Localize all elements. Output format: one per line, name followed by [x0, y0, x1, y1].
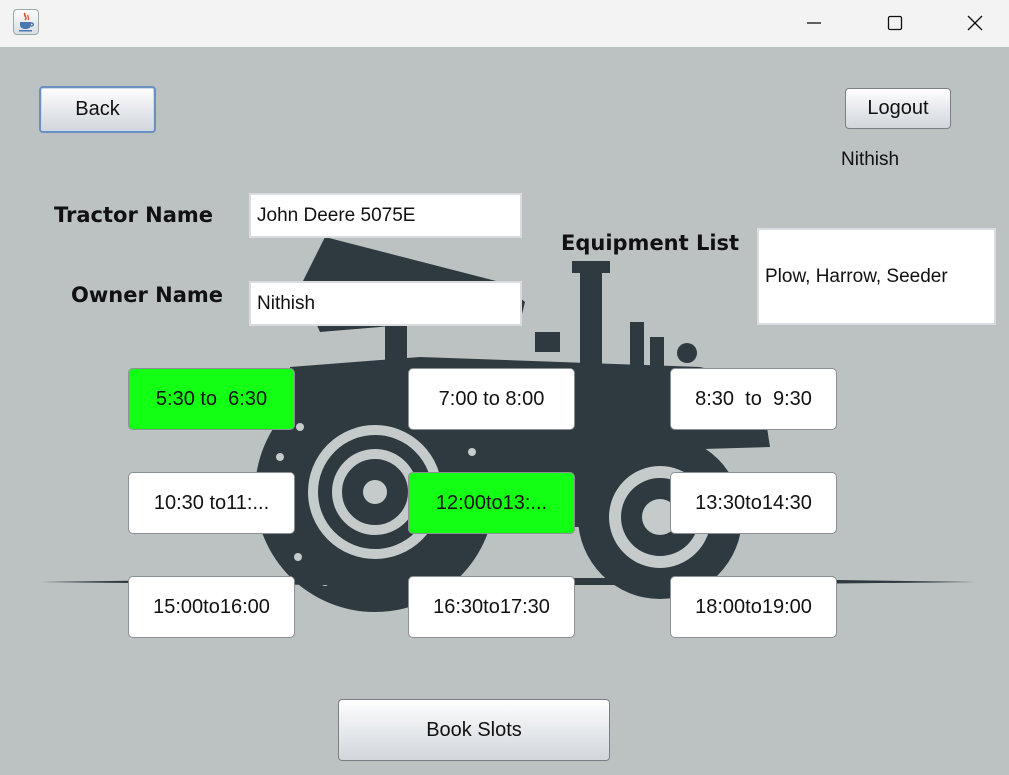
back-button[interactable]: Back	[39, 86, 156, 133]
minimize-icon	[807, 22, 821, 24]
book-slots-button[interactable]: Book Slots	[338, 699, 610, 761]
time-slot-button[interactable]: 12:00to13:...	[408, 472, 575, 534]
java-coffee-cup-icon[interactable]	[13, 9, 39, 35]
time-slot-button[interactable]: 16:30to17:30	[408, 576, 575, 638]
close-button[interactable]	[952, 6, 998, 40]
tractor-name-field[interactable]: John Deere 5075E	[249, 193, 522, 238]
title-bar	[0, 0, 1009, 47]
logout-button[interactable]: Logout	[845, 88, 951, 129]
maximize-button[interactable]	[872, 6, 918, 40]
equipment-list-field[interactable]: Plow, Harrow, Seeder	[757, 228, 996, 325]
time-slot-button[interactable]: 15:00to16:00	[128, 576, 295, 638]
time-slot-button[interactable]: 8:30 to 9:30	[670, 368, 837, 430]
time-slot-button[interactable]: 5:30 to 6:30	[128, 368, 295, 430]
equipment-list-label: Equipment List	[561, 231, 740, 255]
maximize-icon	[887, 15, 903, 31]
current-user-name: Nithish	[841, 149, 900, 170]
owner-name-label: Owner Name	[71, 283, 223, 307]
tractor-name-label: Tractor Name	[54, 203, 213, 227]
close-icon	[967, 15, 983, 31]
time-slot-button[interactable]: 7:00 to 8:00	[408, 368, 575, 430]
minimize-button[interactable]	[791, 6, 837, 40]
time-slot-button[interactable]: 13:30to14:30	[670, 472, 837, 534]
time-slot-button[interactable]: 18:00to19:00	[670, 576, 837, 638]
time-slot-button[interactable]: 10:30 to11:...	[128, 472, 295, 534]
owner-name-field[interactable]: Nithish	[249, 281, 522, 326]
